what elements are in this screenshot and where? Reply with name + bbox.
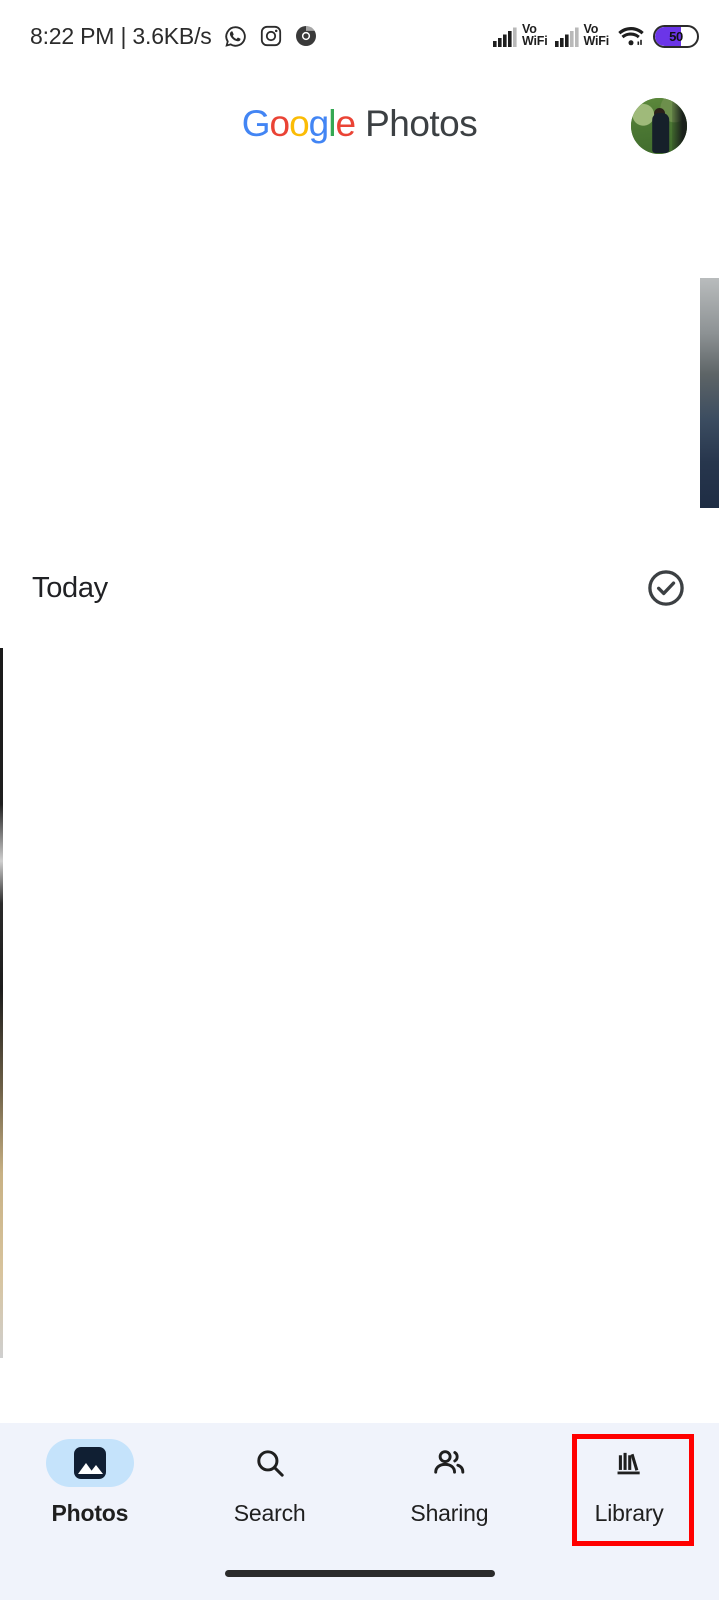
google-letter-g1: G: [241, 103, 271, 144]
nav-label-library: Library: [594, 1500, 664, 1526]
app-brand: Google Photos: [242, 103, 478, 145]
avatar-body: [652, 112, 670, 153]
sharing-icon: [434, 1450, 465, 1474]
volte-label-bottom: WiFi: [583, 33, 610, 48]
photos-icon: [73, 1447, 106, 1479]
volte-wifi-label: Vo WiFi: [522, 22, 548, 48]
check-circle-icon[interactable]: [645, 567, 687, 609]
battery-icon: 50: [653, 24, 699, 48]
status-bar-right: Vo WiFi Vo WiFi 50: [493, 22, 699, 49]
nav-library-icon-wrap: [585, 1439, 673, 1487]
battery-level: 50: [669, 28, 683, 44]
status-bar: 8:22 PM | 3.6KB/s Vo WiFi Vo WiFi 50: [0, 0, 719, 72]
section-title: Today: [32, 571, 108, 604]
search-icon: [256, 1450, 284, 1477]
instagram-icon: [260, 25, 281, 47]
google-letter-o1: o: [269, 103, 291, 144]
volte-wifi-label: Vo WiFi: [583, 22, 610, 48]
bottom-nav-items: Photos Search Sharing Library: [0, 1423, 719, 1555]
signal-group-1: Vo WiFi: [493, 22, 548, 49]
nav-item-photos[interactable]: Photos: [0, 1439, 180, 1527]
nav-photos-pill: [45, 1439, 134, 1487]
google-logo: Google: [241, 103, 356, 145]
google-letter-g2: g: [308, 103, 330, 144]
nav-item-sharing[interactable]: Sharing: [360, 1439, 540, 1527]
nav-item-library[interactable]: Library: [539, 1439, 719, 1527]
signal-group-2: Vo WiFi: [554, 22, 610, 49]
avatar[interactable]: [631, 98, 687, 154]
avatar-edge-shadow: [672, 98, 687, 154]
wifi-icon: [618, 27, 644, 46]
photo-section-header: Today: [0, 560, 719, 616]
photo-thumbnail-partial-right[interactable]: [700, 278, 719, 508]
nav-label-photos: Photos: [51, 1500, 129, 1526]
google-letter-e: e: [335, 103, 356, 144]
status-bar-left: 8:22 PM | 3.6KB/s: [30, 23, 318, 50]
page-title: Photos: [365, 103, 478, 144]
whatsapp-icon: [224, 25, 246, 47]
volte-label-bottom: WiFi: [522, 33, 548, 48]
nav-label-sharing: Sharing: [410, 1500, 489, 1526]
home-indicator[interactable]: [224, 1570, 495, 1577]
library-icon: [617, 1452, 640, 1475]
bottom-navigation-bar: Photos Search Sharing Library: [0, 1423, 719, 1600]
nav-item-search[interactable]: Search: [180, 1439, 360, 1527]
nav-search-icon-wrap: [226, 1439, 314, 1487]
app-header: Google Photos: [0, 86, 719, 162]
chrome-icon: [295, 26, 316, 46]
google-letter-o2: o: [289, 103, 310, 144]
nav-label-search: Search: [233, 1500, 306, 1526]
nav-sharing-icon-wrap: [405, 1439, 493, 1487]
signal-bars-icon: [493, 27, 517, 48]
status-clock: 8:22 PM | 3.6KB/s: [30, 22, 212, 49]
photo-thumbnail-partial-left[interactable]: [0, 648, 3, 1358]
signal-bars-icon: [554, 27, 579, 48]
